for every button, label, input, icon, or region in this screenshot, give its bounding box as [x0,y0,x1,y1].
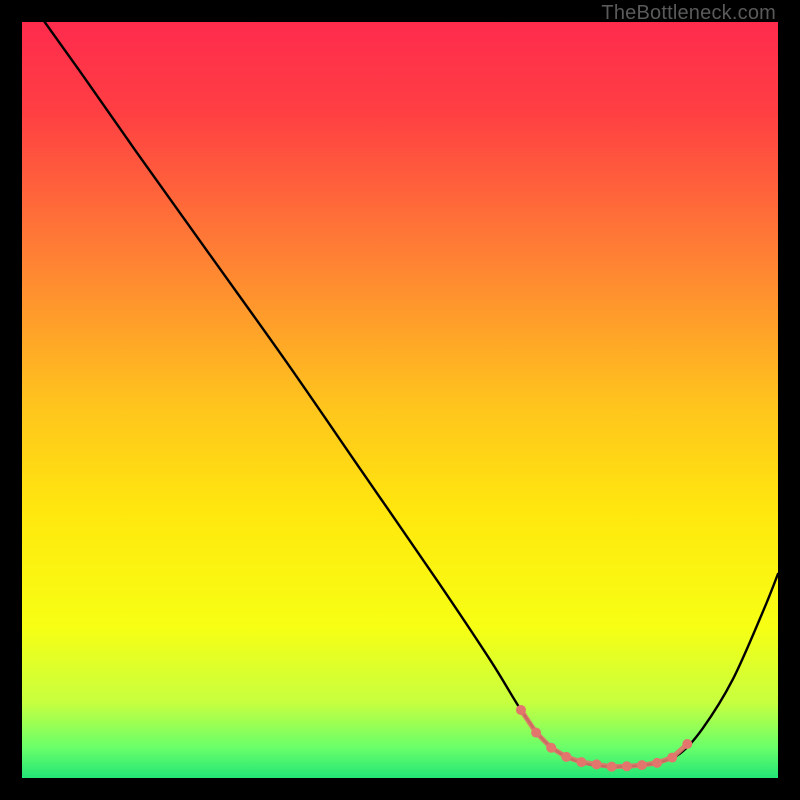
optimal-range-point [637,760,647,770]
curve-layer [22,22,778,778]
optimal-range-point [652,758,662,768]
optimal-range-point [576,757,586,767]
chart-container: TheBottleneck.com [0,0,800,800]
optimal-range-line [521,710,687,767]
optimal-range-point [682,739,692,749]
bottleneck-curve [45,22,778,767]
optimal-range-point [622,761,632,771]
optimal-range-point [592,759,602,769]
optimal-range-markers [516,705,692,772]
plot-area [22,22,778,778]
optimal-range-point [607,762,617,772]
optimal-range-point [531,728,541,738]
optimal-range-point [667,753,677,763]
optimal-range-point [561,752,571,762]
optimal-range-point [546,743,556,753]
watermark-label: TheBottleneck.com [601,2,776,25]
optimal-range-point [516,705,526,715]
